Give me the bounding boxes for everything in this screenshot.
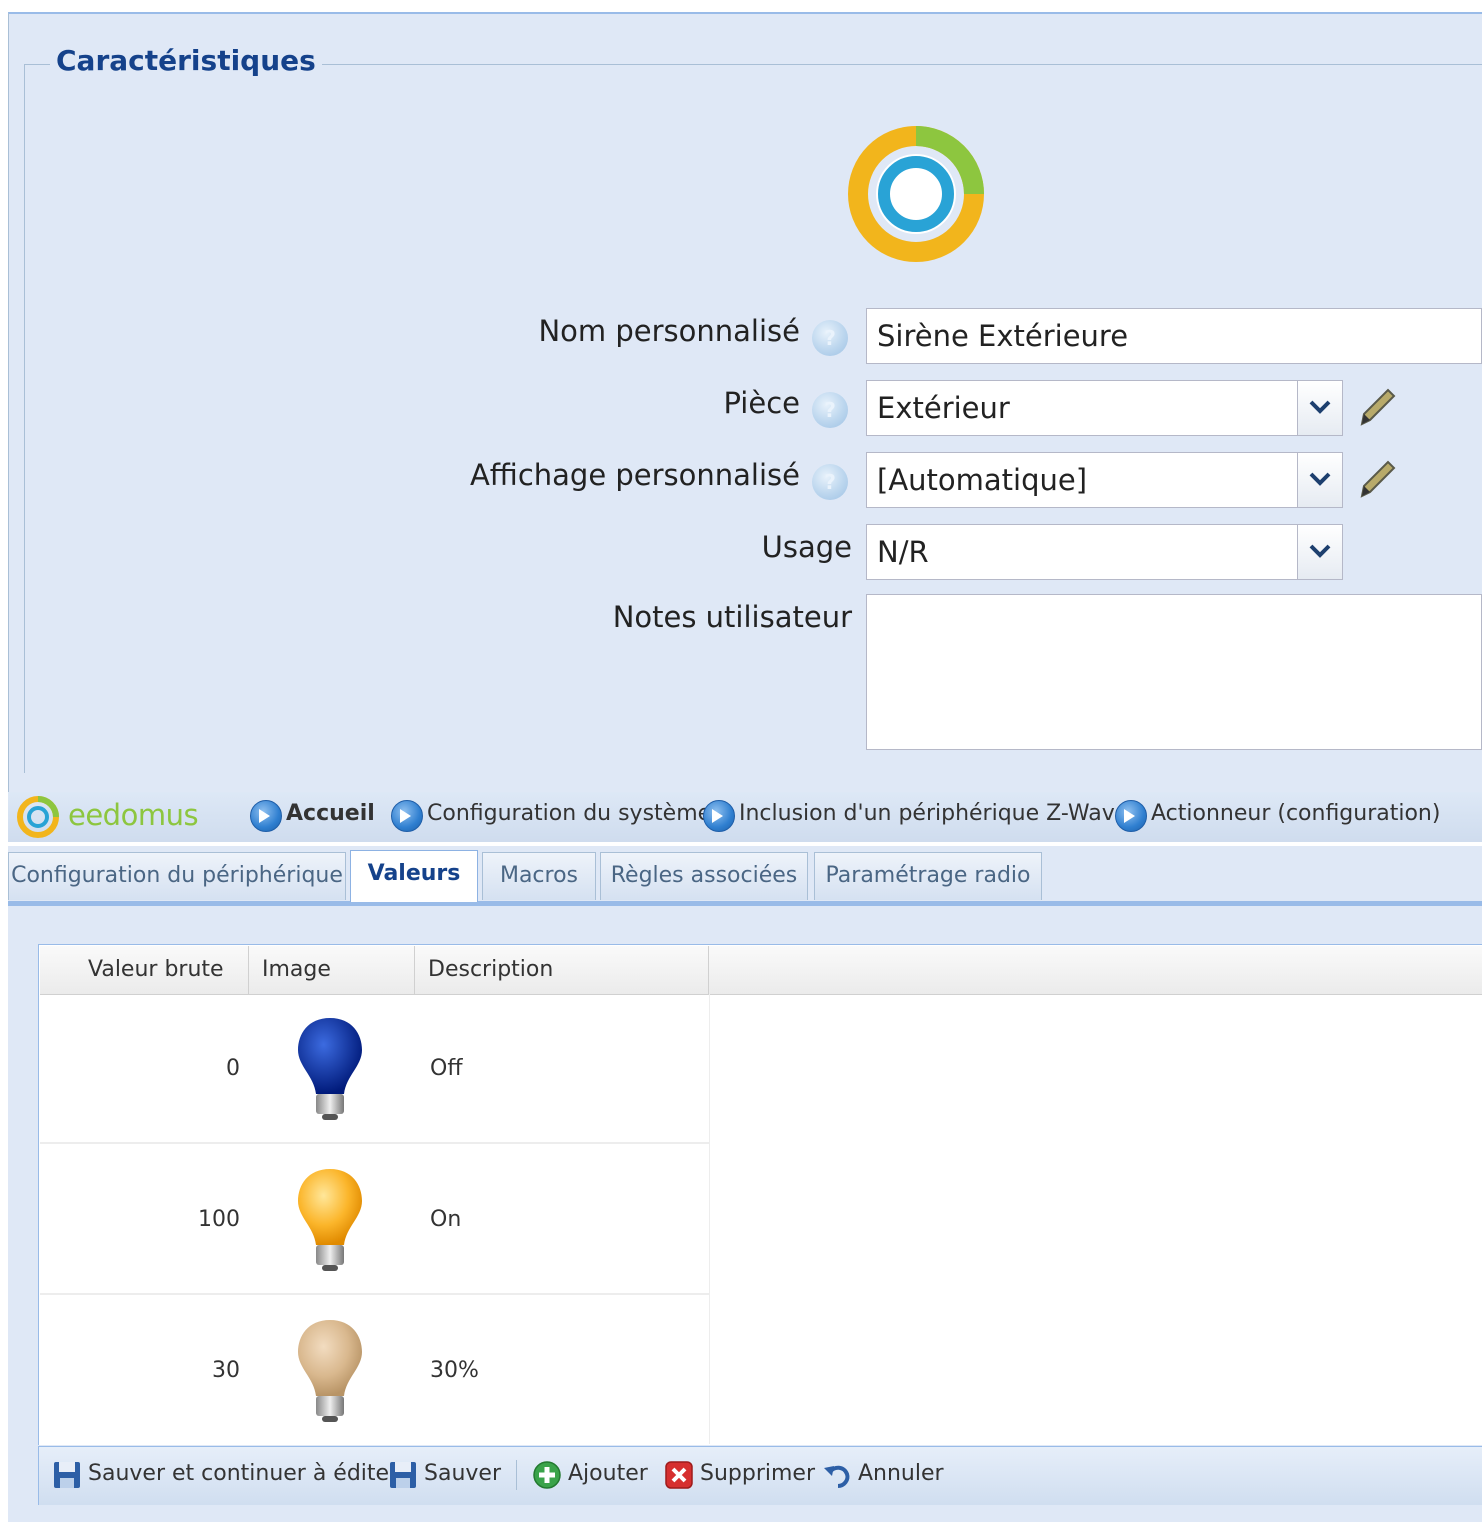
room-select[interactable]: Extérieur (866, 380, 1298, 436)
usage-label: Usage (761, 530, 852, 564)
row-separator (40, 1142, 710, 1144)
column-header-image[interactable]: Image (262, 946, 331, 994)
usage-dropdown-button[interactable] (1297, 524, 1343, 580)
delete-label: Supprimer (700, 1461, 816, 1486)
column-separator (414, 946, 415, 994)
breadcrumb-label: Configuration du système (427, 801, 712, 826)
add-label: Ajouter (568, 1461, 648, 1486)
arrow-circle-icon (250, 800, 282, 832)
name-help-icon[interactable]: ? (812, 320, 848, 356)
grid-column-line (709, 994, 710, 1444)
column-separator (708, 946, 709, 994)
tab-values[interactable]: Valeurs (350, 850, 478, 902)
display-edit-pencil-icon[interactable] (1354, 456, 1398, 502)
row-raw-value[interactable]: 100 (198, 1207, 240, 1232)
room-help-icon[interactable]: ? (812, 392, 848, 428)
eedomus-logo-icon[interactable] (16, 795, 60, 839)
usage-select[interactable]: N/R (866, 524, 1298, 580)
values-grid (38, 944, 1482, 1445)
display-dropdown-button[interactable] (1297, 452, 1343, 508)
tab-radio-settings[interactable]: Paramétrage radio (814, 852, 1042, 900)
arrow-circle-icon (703, 800, 735, 832)
room-edit-pencil-icon[interactable] (1354, 384, 1398, 430)
display-label: Affichage personnalisé (469, 458, 800, 492)
tab-macros[interactable]: Macros (482, 852, 596, 900)
column-header-description[interactable]: Description (428, 946, 553, 994)
breadcrumb-label: Actionneur (configuration) (1151, 801, 1441, 826)
row-separator (40, 1293, 710, 1295)
notes-textarea[interactable] (866, 594, 1482, 750)
row-description[interactable]: On (430, 1207, 461, 1232)
breadcrumb-label: Inclusion d'un périphérique Z-Wave (739, 801, 1129, 826)
row-description[interactable]: Off (430, 1056, 462, 1081)
chevron-down-icon (1309, 544, 1331, 558)
column-separator (248, 946, 249, 994)
grid-header (40, 946, 1482, 995)
save-continue-label: Sauver et continuer à éditer (88, 1461, 399, 1486)
display-select[interactable]: [Automatique] (866, 452, 1298, 508)
bulb-blue-icon[interactable] (292, 1014, 368, 1124)
chevron-down-icon (1309, 472, 1331, 486)
room-label: Pièce (723, 386, 800, 420)
chevron-down-icon (1309, 400, 1331, 414)
red-x-icon (665, 1461, 693, 1489)
bulb-beige-icon[interactable] (292, 1316, 368, 1426)
breadcrumb-label: Accueil (286, 801, 375, 826)
save-label: Sauver (424, 1461, 501, 1486)
row-description[interactable]: 30% (430, 1358, 479, 1383)
plus-circle-icon (533, 1461, 561, 1489)
row-raw-value[interactable]: 0 (226, 1056, 240, 1081)
tab-associated-rules[interactable]: Règles associées (600, 852, 808, 900)
fieldset-legend: Caractéristiques (50, 44, 322, 77)
arrow-circle-icon (391, 800, 423, 832)
floppy-disk-icon (54, 1462, 80, 1488)
name-input[interactable]: Sirène Extérieure (866, 308, 1482, 364)
floppy-disk-icon (390, 1462, 416, 1488)
room-dropdown-button[interactable] (1297, 380, 1343, 436)
bulb-yellow-icon[interactable] (292, 1165, 368, 1275)
tab-device-config[interactable]: Configuration du périphérique (8, 852, 346, 900)
name-label: Nom personnalisé (538, 314, 800, 348)
cancel-label: Annuler (858, 1461, 944, 1486)
toolbar-separator (516, 1460, 517, 1490)
display-help-icon[interactable]: ? (812, 464, 848, 500)
undo-arrow-icon (824, 1465, 850, 1488)
device-logo-icon (848, 126, 984, 262)
notes-label: Notes utilisateur (612, 600, 852, 634)
brand-name[interactable]: eedomus (68, 798, 199, 832)
column-header-raw-value[interactable]: Valeur brute (88, 946, 224, 994)
arrow-circle-icon (1115, 800, 1147, 832)
row-raw-value[interactable]: 30 (212, 1358, 240, 1383)
